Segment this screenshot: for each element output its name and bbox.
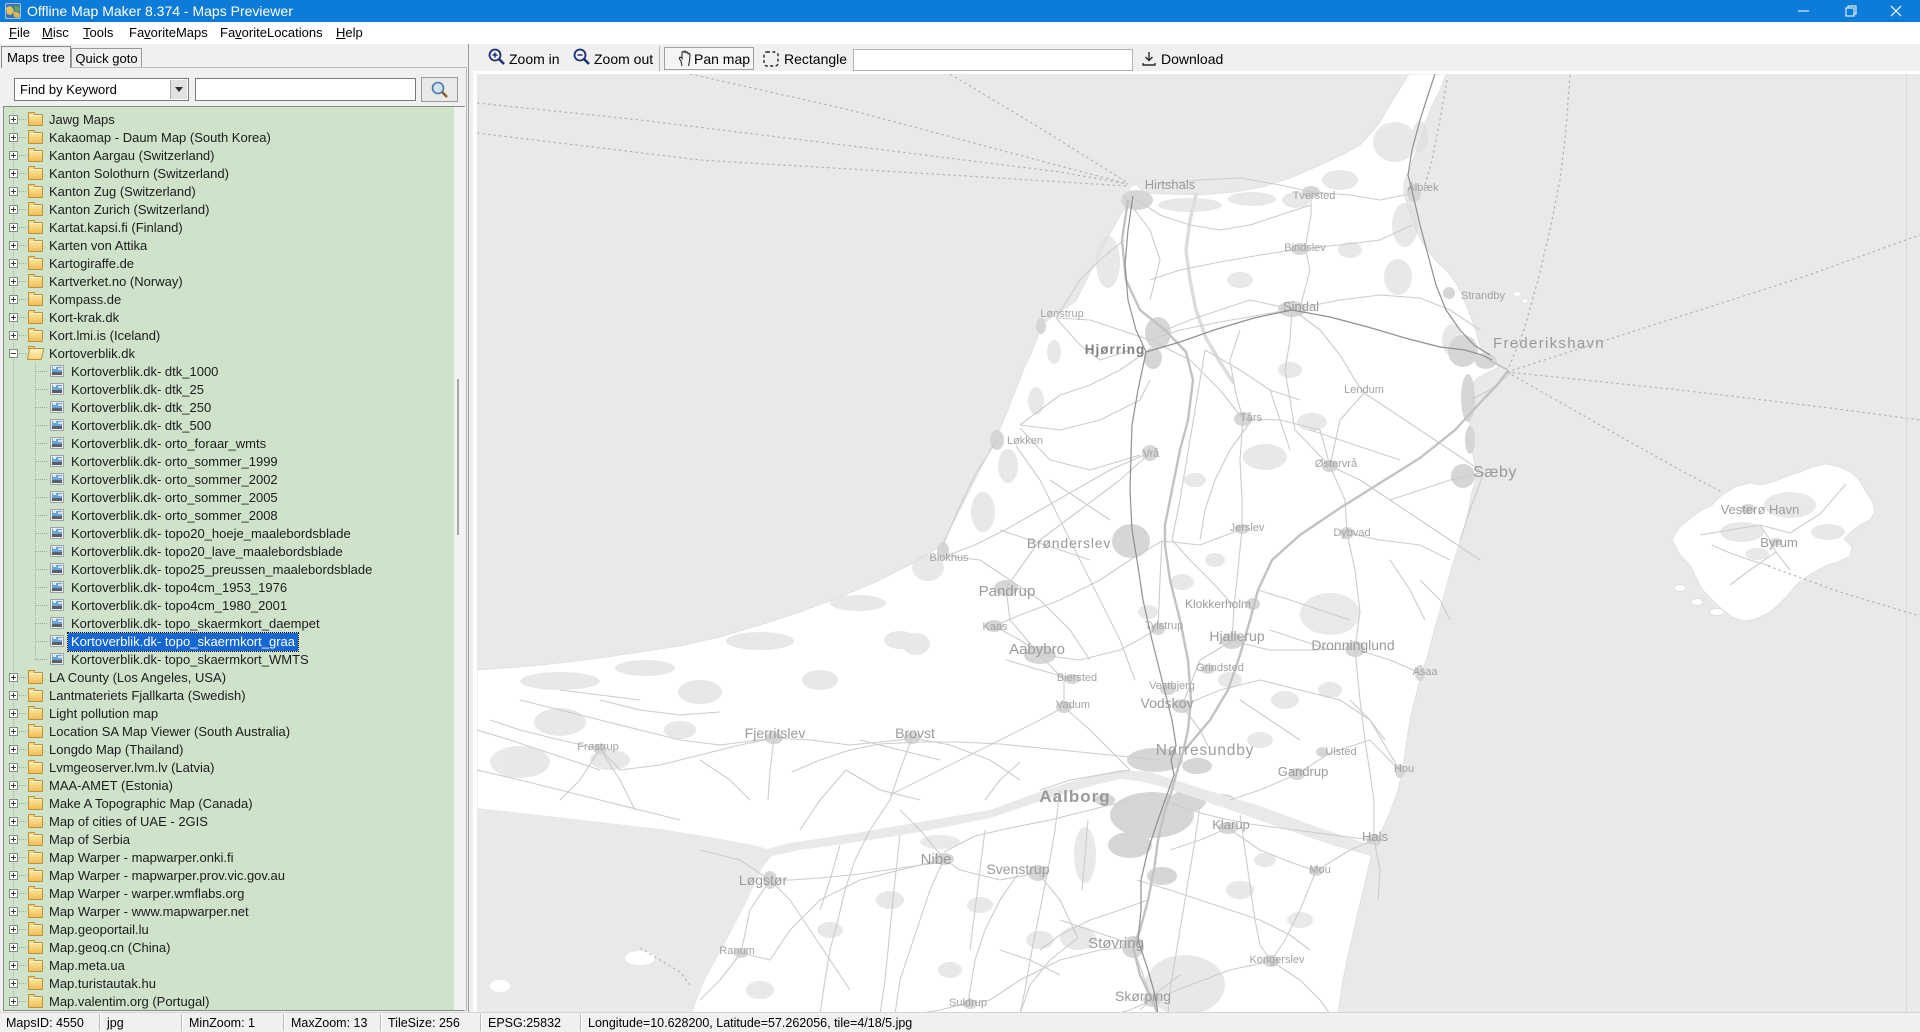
svg-text:Hirtshals: Hirtshals — [1145, 177, 1196, 192]
svg-text:Vesterø Havn: Vesterø Havn — [1721, 502, 1800, 517]
svg-text:Grindsted: Grindsted — [1196, 662, 1244, 674]
svg-text:Ulsted: Ulsted — [1325, 746, 1356, 758]
svg-text:Asaa: Asaa — [1412, 666, 1438, 678]
svg-text:Aalborg: Aalborg — [1039, 787, 1110, 806]
svg-text:Gandrup: Gandrup — [1278, 764, 1329, 779]
svg-text:Brovst: Brovst — [895, 725, 935, 741]
svg-text:Svenstrup: Svenstrup — [986, 861, 1049, 877]
svg-text:Vestbjerg: Vestbjerg — [1149, 680, 1195, 692]
svg-text:Klokkerholm: Klokkerholm — [1185, 597, 1251, 611]
svg-text:Frøstrup: Frøstrup — [577, 741, 619, 753]
svg-text:Vodskov: Vodskov — [1141, 695, 1194, 711]
svg-text:Lønstrup: Lønstrup — [1040, 308, 1083, 320]
svg-text:Hjørring: Hjørring — [1085, 342, 1146, 357]
svg-text:Dybvad: Dybvad — [1333, 527, 1370, 539]
svg-text:Suldrup: Suldrup — [949, 997, 987, 1009]
svg-text:Sæby: Sæby — [1473, 464, 1517, 481]
svg-text:Mou: Mou — [1309, 864, 1330, 876]
svg-text:Vadum: Vadum — [1056, 699, 1090, 711]
svg-text:Tylstrup: Tylstrup — [1145, 620, 1184, 632]
svg-text:Kongerslev: Kongerslev — [1249, 954, 1305, 966]
svg-text:Frederikshavn: Frederikshavn — [1493, 335, 1605, 352]
svg-text:Tversted: Tversted — [1293, 190, 1336, 202]
svg-text:Kaas: Kaas — [982, 621, 1008, 633]
svg-text:Brønderslev: Brønderslev — [1027, 535, 1111, 551]
svg-text:Støvring: Støvring — [1088, 935, 1144, 952]
svg-text:Nørresundby: Nørresundby — [1156, 742, 1254, 759]
svg-text:Hjallerup: Hjallerup — [1209, 628, 1264, 644]
svg-text:Løkken: Løkken — [1007, 435, 1043, 447]
svg-text:Byrum: Byrum — [1760, 535, 1798, 550]
svg-text:Løgstør: Løgstør — [739, 872, 788, 888]
svg-text:Dronninglund: Dronninglund — [1311, 637, 1394, 653]
svg-text:Sindal: Sindal — [1283, 299, 1319, 314]
svg-text:Nibe: Nibe — [921, 851, 952, 868]
svg-text:Strandby: Strandby — [1461, 290, 1506, 302]
svg-text:Lendum: Lendum — [1344, 384, 1384, 396]
svg-text:Vrå: Vrå — [1143, 448, 1161, 460]
svg-text:Bindslev: Bindslev — [1284, 242, 1326, 254]
svg-text:Tårs: Tårs — [1240, 412, 1263, 424]
svg-text:Klarup: Klarup — [1212, 817, 1250, 832]
svg-text:Aabybro: Aabybro — [1009, 641, 1065, 658]
svg-text:Hals: Hals — [1362, 829, 1389, 844]
svg-text:Hou: Hou — [1394, 763, 1414, 775]
svg-text:Pandrup: Pandrup — [979, 583, 1036, 600]
svg-text:Jerslev: Jerslev — [1230, 522, 1265, 534]
svg-text:Ranum: Ranum — [719, 945, 754, 957]
svg-text:Blokhus: Blokhus — [929, 552, 969, 564]
svg-text:Biersted: Biersted — [1057, 672, 1097, 684]
svg-text:Ålbæk: Ålbæk — [1407, 181, 1439, 194]
svg-text:Skørping: Skørping — [1115, 988, 1171, 1004]
svg-text:Østervrå: Østervrå — [1315, 458, 1358, 470]
svg-text:Fjerritslev: Fjerritslev — [745, 725, 806, 741]
